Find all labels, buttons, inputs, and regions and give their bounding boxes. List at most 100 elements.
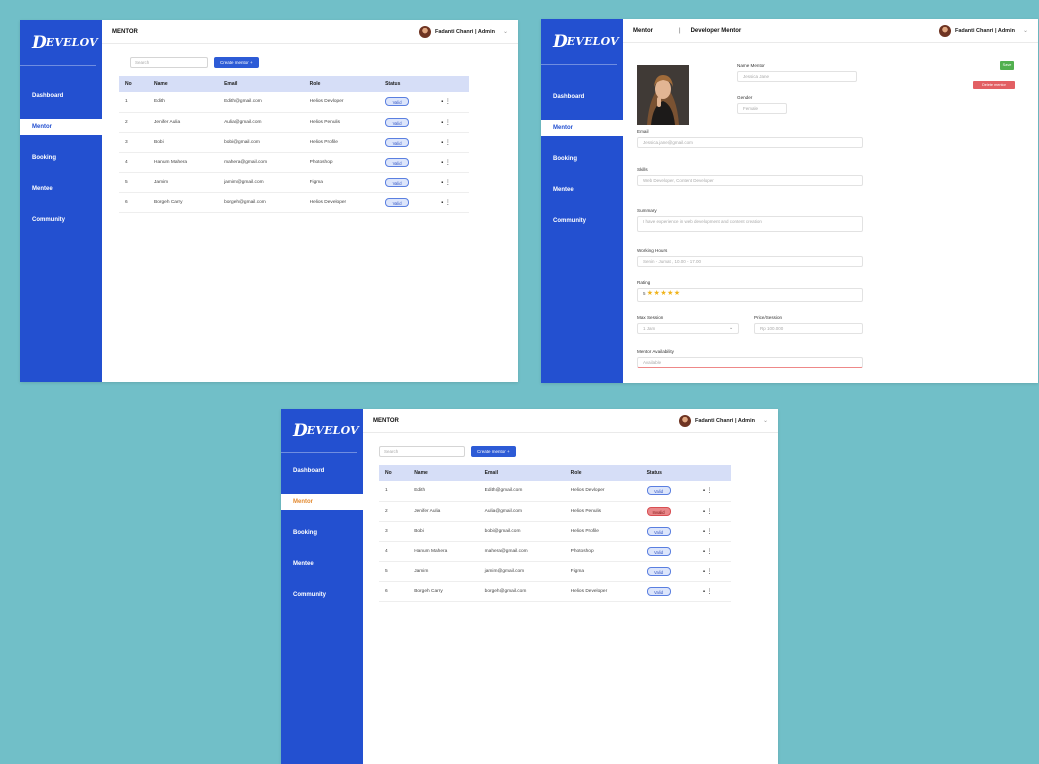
status-badge[interactable]: Valid bbox=[385, 137, 410, 147]
table-row[interactable]: 1 Edith Edith@gmail.com Helios Devloper Vali… bbox=[119, 92, 469, 113]
status-badge[interactable]: Valid bbox=[385, 177, 410, 187]
sidebar-item-community[interactable]: Community bbox=[281, 587, 363, 603]
gender-field[interactable]: Female bbox=[737, 103, 787, 114]
user-menu[interactable]: Fadanti Chanri | Admin ⌄ bbox=[418, 25, 508, 38]
row-menu-icon[interactable]: ▪ ⋮ bbox=[441, 160, 451, 166]
col-status[interactable]: Status bbox=[641, 465, 697, 481]
row-menu-icon[interactable]: ▪ ⋮ bbox=[441, 180, 451, 186]
sidebar-item-mentee[interactable]: Mentee bbox=[541, 182, 623, 198]
chevron-down-icon[interactable]: ⌄ bbox=[503, 28, 508, 35]
sidebar-item-booking[interactable]: Booking bbox=[281, 525, 363, 541]
row-menu-icon[interactable]: ▪ ⋮ bbox=[703, 569, 713, 575]
table-row[interactable]: 1 Edith Edith@gmail.com Helios Devloper Vali… bbox=[379, 481, 731, 502]
cell-name: Jenifer Aulia bbox=[408, 501, 479, 522]
row-menu-icon[interactable]: ▪ ⋮ bbox=[703, 589, 713, 595]
status-badge[interactable]: Valid bbox=[385, 97, 410, 107]
create-mentor-button[interactable]: Create mentor + bbox=[471, 445, 516, 457]
col-no[interactable]: No bbox=[119, 76, 148, 92]
logo-initial: D bbox=[32, 32, 47, 53]
sidebar-item-community[interactable]: Community bbox=[20, 212, 102, 228]
name-field[interactable]: Jessica Jane bbox=[737, 71, 857, 82]
cell-email: borgeh@gmail.com bbox=[478, 581, 565, 602]
search-input[interactable] bbox=[379, 445, 465, 457]
col-email[interactable]: Email bbox=[479, 465, 565, 481]
sidebar-item-dashboard[interactable]: Dashboard bbox=[20, 88, 102, 104]
gender-label: Gender bbox=[737, 95, 753, 100]
plus-icon: + bbox=[250, 59, 253, 65]
create-mentor-button[interactable]: Create mentor + bbox=[214, 56, 259, 68]
rating-field[interactable]: 5 ★★★★★ bbox=[637, 288, 863, 302]
row-menu-icon[interactable]: ▪ ⋮ bbox=[441, 99, 451, 105]
table-row[interactable]: 4 Hanum Mahera mahera@gmail.com Photoshop Va… bbox=[379, 541, 731, 562]
status-badge[interactable]: Valid bbox=[385, 157, 410, 167]
status-badge[interactable]: Valid bbox=[646, 566, 671, 576]
mentor-photo[interactable] bbox=[637, 65, 689, 125]
brand-logo[interactable]: D EVELOV bbox=[20, 20, 98, 66]
breadcrumb-separator: | bbox=[679, 27, 681, 34]
row-menu-icon[interactable]: ▪ ⋮ bbox=[703, 488, 713, 494]
summary-field[interactable]: I have experience in web development and… bbox=[637, 216, 863, 232]
row-menu-icon[interactable]: ▪ ⋮ bbox=[703, 529, 713, 535]
sidebar-item-mentor[interactable]: Mentor bbox=[541, 120, 623, 136]
col-role[interactable]: Role bbox=[565, 465, 641, 481]
table-row[interactable]: 5 Jamim jamim@gmail.com Figma Valid ▪ ⋮ bbox=[379, 561, 731, 582]
row-menu-icon[interactable]: ▪ ⋮ bbox=[703, 509, 713, 515]
row-menu-icon[interactable]: ▪ ⋮ bbox=[441, 120, 451, 126]
table-row[interactable]: 3 Bobi bobi@gmail.com Helios Profile Valid ▪ … bbox=[119, 132, 469, 153]
col-status[interactable]: Status bbox=[379, 76, 435, 92]
sidebar-item-community[interactable]: Community bbox=[541, 213, 623, 229]
table-row[interactable]: 6 Borgeh Carry borgeh@gmail.com Helios Deve… bbox=[379, 581, 731, 602]
status-badge[interactable]: Valid bbox=[646, 486, 671, 496]
sidebar-item-dashboard[interactable]: Dashboard bbox=[281, 463, 363, 479]
col-no[interactable]: No bbox=[379, 465, 408, 481]
col-name[interactable]: Name bbox=[408, 465, 478, 481]
table-row[interactable]: 4 Hanum Mahera mahera@gmail.com Photoshop Va… bbox=[119, 152, 469, 173]
skills-field[interactable]: Web Developer, Content Developer bbox=[637, 175, 863, 186]
status-badge[interactable]: Valid bbox=[646, 526, 671, 536]
sidebar-item-dashboard[interactable]: Dashboard bbox=[541, 89, 623, 105]
user-menu[interactable]: Fadanti Chanri | Admin ⌄ bbox=[938, 24, 1028, 37]
save-button[interactable]: Save bbox=[1000, 61, 1014, 70]
status-badge[interactable]: Invalid bbox=[646, 506, 671, 516]
cell-email: Aulia@gmail.com bbox=[478, 501, 565, 522]
chevron-down-icon[interactable]: ⌄ bbox=[1023, 27, 1028, 34]
status-badge[interactable]: Valid bbox=[646, 586, 671, 596]
sidebar-item-mentee[interactable]: Mentee bbox=[20, 181, 102, 197]
table-row[interactable]: 5 Jamim jamim@gmail.com Figma Valid ▪ ⋮ bbox=[119, 172, 469, 193]
table-row[interactable]: 6 Borgeh Carry borgeh@gmail.com Helios Deve… bbox=[119, 192, 469, 213]
status-badge[interactable]: Valid bbox=[385, 117, 410, 127]
email-field[interactable]: Jessica.jane@gmail.com bbox=[637, 137, 863, 148]
col-name[interactable]: Name bbox=[148, 76, 218, 92]
row-menu-icon[interactable]: ▪ ⋮ bbox=[703, 549, 713, 555]
availability-field[interactable]: Available bbox=[637, 357, 863, 368]
table-row[interactable]: 2 Jenifer Aulia Aulia@gmail.com Helios Penu… bbox=[119, 112, 469, 133]
delete-mentor-button[interactable]: Delete mentor bbox=[973, 81, 1015, 89]
sidebar-item-booking[interactable]: Booking bbox=[20, 150, 102, 166]
price-field[interactable]: Rp 100.000 bbox=[754, 323, 863, 334]
breadcrumb-root[interactable]: Mentor bbox=[633, 28, 653, 34]
chevron-down-icon[interactable]: ⌄ bbox=[763, 417, 768, 424]
cell-actions: ▪ ⋮ bbox=[696, 481, 731, 502]
status-badge[interactable]: Valid bbox=[385, 197, 410, 207]
table-row[interactable]: 2 Jenifer Aulia Aulia@gmail.com Helios Penu… bbox=[379, 501, 731, 522]
cell-actions: ▪ ⋮ bbox=[696, 561, 731, 582]
table-row[interactable]: 3 Bobi bobi@gmail.com Helios Profile Valid ▪ … bbox=[379, 521, 731, 542]
sidebar-item-booking[interactable]: Booking bbox=[541, 151, 623, 167]
col-email[interactable]: Email bbox=[218, 76, 304, 92]
sidebar-item-mentee[interactable]: Mentee bbox=[281, 556, 363, 572]
col-role[interactable]: Role bbox=[304, 76, 379, 92]
brand-logo[interactable]: D EVELOV bbox=[541, 19, 619, 65]
schedule-field[interactable]: Senin - Jumat , 10.00 - 17.00 bbox=[637, 256, 863, 267]
user-menu[interactable]: Fadanti Chanri | Admin ⌄ bbox=[678, 414, 768, 427]
chevron-down-icon[interactable]: ⌄ bbox=[729, 325, 733, 331]
sidebar-item-mentor[interactable]: Mentor bbox=[281, 494, 363, 510]
search-input[interactable] bbox=[130, 56, 208, 68]
row-menu-icon[interactable]: ▪ ⋮ bbox=[441, 140, 451, 146]
row-menu-icon[interactable]: ▪ ⋮ bbox=[441, 200, 451, 206]
cell-role: Helios Developer bbox=[564, 581, 641, 602]
status-badge[interactable]: Valid bbox=[646, 546, 671, 556]
session-select[interactable]: 1 Jam bbox=[637, 323, 739, 334]
brand-logo[interactable]: D EVELOV bbox=[281, 409, 359, 453]
user-name: Fadanti Chanri | Admin bbox=[694, 417, 755, 424]
sidebar-item-mentor[interactable]: Mentor bbox=[20, 119, 102, 135]
